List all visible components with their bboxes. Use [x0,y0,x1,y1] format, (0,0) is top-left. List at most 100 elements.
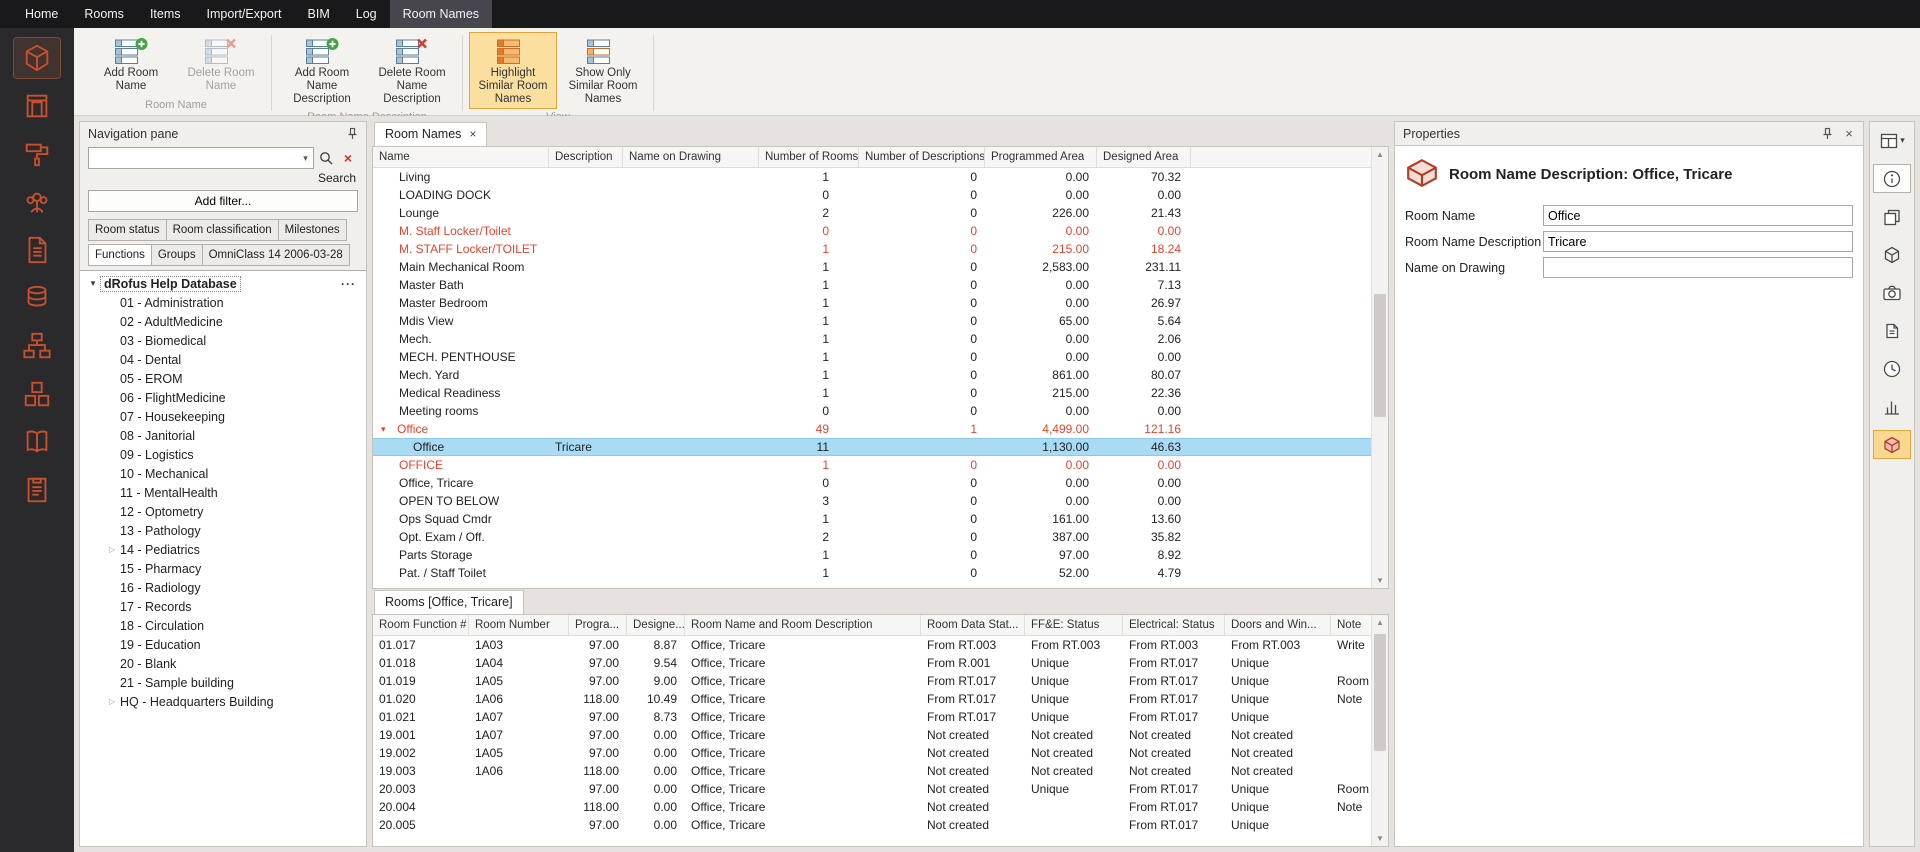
room-name-row-living[interactable]: Living100.0070.32 [373,168,1371,186]
column-header-note[interactable]: Note [1331,615,1371,635]
room-name-row-mdis-view[interactable]: Mdis View1065.005.64 [373,312,1371,330]
room-name-row-mech-yard[interactable]: Mech. Yard10861.0080.07 [373,366,1371,384]
column-header-name[interactable]: Name [373,147,549,167]
room-row-01-017[interactable]: 01.0171A0397.008.87Office, TricareFrom R… [373,636,1371,654]
tree-item-09-logistics[interactable]: 09 - Logistics [80,445,366,464]
column-header-progra[interactable]: Progra... [569,615,627,635]
room-data-module-icon[interactable] [14,86,60,126]
reports-module-icon[interactable] [14,422,60,462]
menu-tab-room-names[interactable]: Room Names [390,0,492,28]
tree-expanded-icon[interactable]: ▾ [85,278,101,289]
search-label[interactable]: Search [88,169,358,190]
room-name-row-office[interactable]: OFFICE100.000.00 [373,456,1371,474]
nav-tab-milestones[interactable]: Milestones [278,219,347,241]
room-row-19-001[interactable]: 19.0011A0797.000.00Office, TricareNot cr… [373,726,1371,744]
delete-room-name-button[interactable]: Delete Room Name [177,32,265,97]
pin-icon[interactable] [343,126,361,142]
copy-properties-icon[interactable] [1874,203,1910,230]
search-input[interactable] [89,148,298,168]
column-header-room-name-and-room-description[interactable]: Room Name and Room Description [685,615,921,635]
tree-item-05-erom[interactable]: 05 - EROM [80,369,366,388]
column-header-room-data-stat[interactable]: Room Data Stat... [921,615,1025,635]
tree-item-12-optometry[interactable]: 12 - Optometry [80,502,366,521]
tree-item-13-pathology[interactable]: 13 - Pathology [80,521,366,540]
menu-item-rooms[interactable]: Rooms [71,0,137,28]
close-panel-icon[interactable]: × [1840,126,1858,142]
menu-item-home[interactable]: Home [12,0,71,28]
tree-item-15-pharmacy[interactable]: 15 - Pharmacy [80,559,366,578]
close-tab-icon[interactable]: × [469,127,476,141]
room-row-20-005[interactable]: 20.00597.000.00Office, TricareNot create… [373,816,1371,834]
info-icon[interactable] [1874,165,1910,192]
room-name-row-office[interactable]: ▾Office4914,499.00121.16 [373,420,1371,438]
highlight-similar-room-names-button[interactable]: Highlight Similar Room Names [469,32,557,109]
tree-item-03-biomedical[interactable]: 03 - Biomedical [80,331,366,350]
tree-item-16-radiology[interactable]: 16 - Radiology [80,578,366,597]
nav-tab-room-classification[interactable]: Room classification [166,219,278,241]
add-room-name-description-button[interactable]: Add Room Name Description [278,32,366,109]
systems-module-icon[interactable] [14,326,60,366]
tree-collapsed-icon[interactable]: ▷ [104,545,120,554]
room-name-row-main-mechanical-room[interactable]: Main Mechanical Room102,583.00231.11 [373,258,1371,276]
tree-item-07-housekeeping[interactable]: 07 - Housekeeping [80,407,366,426]
documents-icon[interactable] [1874,317,1910,344]
tree-item-20-blank[interactable]: 20 - Blank [80,654,366,673]
room-name-row-parts-storage[interactable]: Parts Storage1097.008.92 [373,546,1371,564]
room-name-row-meeting-rooms[interactable]: Meeting rooms000.000.00 [373,402,1371,420]
room-name-row-mech[interactable]: Mech.100.002.06 [373,330,1371,348]
tree-item-06-flightmedicine[interactable]: 06 - FlightMedicine [80,388,366,407]
column-header-doors-and-win[interactable]: Doors and Win... [1225,615,1331,635]
tree-root-drofus-help-database[interactable]: ▾dRofus Help Database··· [80,274,366,293]
search-combobox[interactable]: ▾ [88,147,314,169]
tree-item-08-janitorial[interactable]: 08 - Janitorial [80,426,366,445]
add-room-name-button[interactable]: Add Room Name [87,32,175,97]
room-name-row-office-tricare[interactable]: OfficeTricare111,130.0046.63 [373,438,1371,456]
documents-module-icon[interactable] [14,230,60,270]
tree-item-14-pediatrics[interactable]: ▷14 - Pediatrics [80,540,366,559]
room-row-20-003[interactable]: 20.00397.000.00Office, TricareNot create… [373,780,1371,798]
room-names-scrollbar[interactable]: ▲ ▼ [1371,147,1388,588]
finance-module-icon[interactable] [14,278,60,318]
layout-icon[interactable]: ▾ [1874,127,1910,154]
room-name-row-master-bedroom[interactable]: Master Bedroom100.0026.97 [373,294,1371,312]
scroll-up-icon[interactable]: ▲ [1372,615,1388,630]
room-row-01-020[interactable]: 01.0201A06118.0010.49Office, TricareFrom… [373,690,1371,708]
nav-tab-groups[interactable]: Groups [151,244,202,266]
room-row-01-019[interactable]: 01.0191A0597.009.00Office, TricareFrom R… [373,672,1371,690]
room-name-row-m-staff-locker-toilet[interactable]: M. STAFF Locker/TOILET10215.0018.24 [373,240,1371,258]
products-module-icon[interactable] [14,182,60,222]
row-expand-icon[interactable]: ▾ [381,424,397,435]
tab-rooms-office-tricare[interactable]: Rooms [Office, Tricare] [374,590,524,614]
log-module-icon[interactable] [14,470,60,510]
menu-item-items[interactable]: Items [137,0,194,28]
column-header-name-on-drawing[interactable]: Name on Drawing [623,147,759,167]
pin-icon[interactable] [1818,126,1836,142]
room-name-row-mech-penthouse[interactable]: MECH. PENTHOUSE100.000.00 [373,348,1371,366]
rooms-scrollbar[interactable]: ▲ ▼ [1371,615,1388,846]
room-name-row-office-tricare[interactable]: Office, Tricare000.000.00 [373,474,1371,492]
tree-item-18-circulation[interactable]: 18 - Circulation [80,616,366,635]
tab-room-names-document[interactable]: Room Names × [374,122,487,146]
column-header-designed-area[interactable]: Designed Area [1097,147,1191,167]
tree-item-02-adultmedicine[interactable]: 02 - AdultMedicine [80,312,366,331]
room-name-row-loading-dock[interactable]: LOADING DOCK000.000.00 [373,186,1371,204]
field-input-room-name-description[interactable] [1543,231,1853,252]
room-row-19-003[interactable]: 19.0031A06118.000.00Office, TricareNot c… [373,762,1371,780]
room-row-01-018[interactable]: 01.0181A0497.009.54Office, TricareFrom R… [373,654,1371,672]
scroll-up-icon[interactable]: ▲ [1372,147,1388,162]
show-only-similar-room-names-button[interactable]: Show Only Similar Room Names [559,32,647,109]
tree-item-17-records[interactable]: 17 - Records [80,597,366,616]
history-icon[interactable] [1874,355,1910,382]
column-header-programmed-area[interactable]: Programmed Area [985,147,1097,167]
field-input-room-name[interactable] [1543,205,1853,226]
classification-module-icon[interactable] [14,374,60,414]
menu-item-bim[interactable]: BIM [295,0,343,28]
tree-more-button[interactable]: ··· [341,277,366,291]
room-name-row-ops-squad-cmdr[interactable]: Ops Squad Cmdr10161.0013.60 [373,510,1371,528]
rooms-module-icon[interactable] [14,38,60,78]
column-header-number-of-descriptions[interactable]: Number of Descriptions [859,147,985,167]
tree-item-01-administration[interactable]: 01 - Administration [80,293,366,312]
column-header-electrical-status[interactable]: Electrical: Status [1123,615,1225,635]
room-name-description-icon[interactable] [1874,431,1910,458]
room-row-20-004[interactable]: 20.004118.000.00Office, TricareNot creat… [373,798,1371,816]
